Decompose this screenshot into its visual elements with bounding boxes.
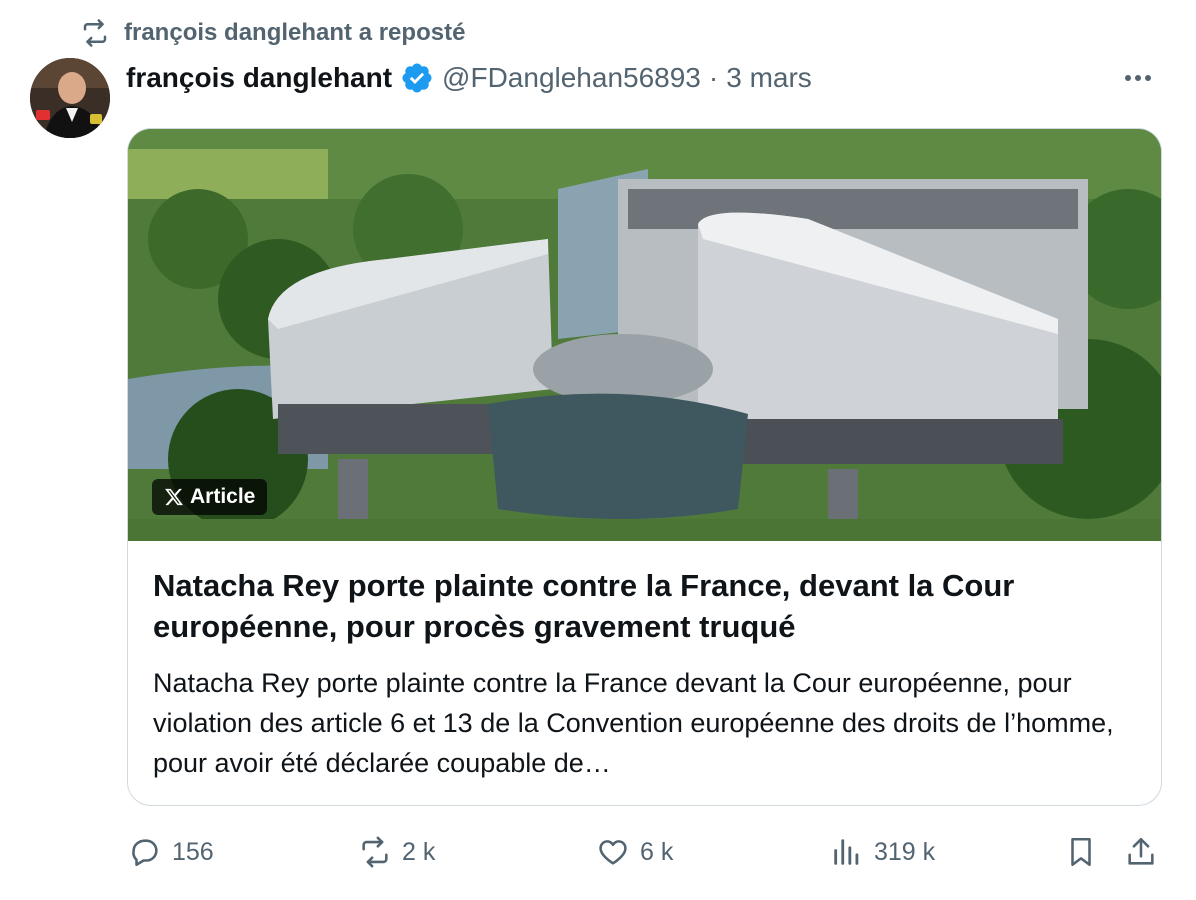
- like-count: 6 k: [640, 837, 674, 866]
- views-button[interactable]: 319 k: [830, 832, 935, 872]
- article-card[interactable]: Article Natacha Rey porte plainte contre…: [127, 128, 1162, 806]
- tweet-date[interactable]: 3 mars: [726, 62, 812, 94]
- author-handle[interactable]: @FDanglehan56893: [442, 62, 701, 94]
- x-logo-icon: [165, 488, 184, 506]
- article-badge-label: Article: [190, 485, 256, 508]
- article-image: [128, 129, 1161, 541]
- repost-button[interactable]: 2 k: [358, 832, 435, 872]
- bookmark-button[interactable]: [1064, 832, 1098, 872]
- like-button[interactable]: 6 k: [596, 832, 673, 872]
- repost-indicator[interactable]: françois danglehant a reposté: [80, 18, 465, 48]
- repost-icon: [83, 19, 107, 47]
- article-description: Natacha Rey porte plainte contre la Fran…: [153, 668, 1114, 778]
- reply-count: 156: [172, 837, 214, 866]
- reply-button[interactable]: 156: [128, 832, 214, 872]
- article-title[interactable]: Natacha Rey porte plainte contre la Fran…: [153, 565, 1143, 647]
- repost-count: 2 k: [402, 837, 436, 866]
- avatar[interactable]: [30, 58, 110, 138]
- share-button[interactable]: [1124, 832, 1158, 872]
- verified-badge-icon[interactable]: [400, 61, 434, 95]
- author-name[interactable]: françois danglehant: [126, 62, 392, 94]
- analytics-icon: [834, 839, 859, 865]
- share-icon: [1128, 837, 1154, 865]
- tweet-header: françois danglehant @FDanglehan56893 · 3…: [126, 58, 1168, 98]
- action-bar: 156 2 k 6 k 319 k: [0, 822, 1196, 882]
- reply-icon: [132, 839, 158, 867]
- bookmark-icon: [1071, 837, 1091, 867]
- more-options-icon[interactable]: [1118, 62, 1158, 94]
- repost-text: françois danglehant a reposté: [124, 19, 466, 46]
- article-badge: Article: [152, 479, 268, 515]
- heart-icon: [599, 840, 627, 865]
- separator-dot: ·: [708, 62, 719, 93]
- repost-icon: [362, 836, 388, 868]
- views-count: 319 k: [874, 837, 936, 866]
